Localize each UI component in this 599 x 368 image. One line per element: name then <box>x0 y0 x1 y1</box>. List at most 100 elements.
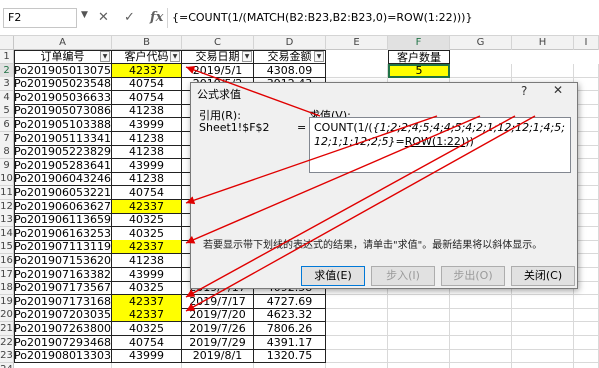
table-cell[interactable]: Po2019072030351 <box>14 308 112 322</box>
table-cell[interactable]: Po2019050130750 <box>14 64 112 78</box>
table-cell[interactable]: Po2019072638000 <box>14 322 112 336</box>
formula-input[interactable]: {=COUNT(1/(MATCH(B2:B23,B2:B23,0)=ROW(1:… <box>167 8 595 28</box>
table-cell[interactable] <box>182 363 254 368</box>
empty-cell[interactable] <box>512 295 574 309</box>
empty-cell[interactable] <box>326 349 388 363</box>
table-cell[interactable]: Po2019071735673 <box>14 281 112 295</box>
empty-cell[interactable] <box>388 349 450 363</box>
help-icon[interactable]: ? <box>521 84 527 98</box>
table-cell[interactable]: 43999 <box>112 268 182 282</box>
table-cell[interactable]: 2019/7/26 <box>182 322 254 336</box>
table-cell[interactable]: 40325 <box>112 322 182 336</box>
row-header[interactable]: 4 <box>0 91 14 105</box>
empty-cell[interactable] <box>326 64 388 78</box>
row-header[interactable]: 14 <box>0 227 14 241</box>
empty-cell[interactable] <box>574 308 599 322</box>
row-header[interactable]: 3 <box>0 77 14 91</box>
table-cell[interactable]: 42337 <box>112 308 182 322</box>
empty-cell[interactable] <box>512 64 574 78</box>
filter-dropdown-icon[interactable]: ▼ <box>314 51 324 62</box>
empty-cell[interactable] <box>574 336 599 350</box>
row-header[interactable]: 18 <box>0 281 14 295</box>
column-header-i[interactable]: I <box>574 36 599 50</box>
row-header[interactable]: 11 <box>0 186 14 200</box>
empty-cell[interactable] <box>388 363 450 368</box>
empty-cell[interactable] <box>512 349 574 363</box>
column-header-h[interactable]: H <box>512 36 574 50</box>
step-out-button[interactable]: 步出(O) <box>441 266 505 286</box>
table-cell[interactable]: 4623.32 <box>254 308 326 322</box>
customer-count-cell[interactable]: 5 <box>388 64 450 78</box>
empty-cell[interactable] <box>574 363 599 368</box>
table-cell[interactable]: 40754 <box>112 186 182 200</box>
empty-cell[interactable] <box>512 363 574 368</box>
column-header-e[interactable]: E <box>326 36 388 50</box>
table-cell[interactable]: Po2019071536203 <box>14 254 112 268</box>
empty-cell[interactable] <box>388 322 450 336</box>
table-cell[interactable]: 1320.75 <box>254 349 326 363</box>
row-header[interactable]: 19 <box>0 295 14 309</box>
table-cell[interactable]: Po2019061136593 <box>14 213 112 227</box>
table-cell[interactable]: Po2019050730862 <box>14 104 112 118</box>
header-order-no[interactable]: 订单编号 ▼ <box>14 50 112 64</box>
table-cell[interactable] <box>254 363 326 368</box>
filter-dropdown-icon[interactable]: ▼ <box>242 51 252 62</box>
empty-cell[interactable] <box>450 322 512 336</box>
row-header[interactable]: 17 <box>0 268 14 282</box>
empty-cell[interactable] <box>574 295 599 309</box>
row-header[interactable]: 22 <box>0 336 14 350</box>
row-header[interactable]: 5 <box>0 104 14 118</box>
header-customer-code[interactable]: 客户代码 ▼ <box>112 50 182 64</box>
filter-dropdown-icon[interactable]: ▼ <box>170 51 180 62</box>
table-cell[interactable]: 41238 <box>112 145 182 159</box>
insert-function-icon[interactable]: fx <box>150 8 163 28</box>
row-header[interactable]: 24 <box>0 363 14 368</box>
empty-cell[interactable] <box>574 64 599 78</box>
empty-cell[interactable] <box>450 308 512 322</box>
row-header[interactable]: 23 <box>0 349 14 363</box>
row-header[interactable]: 16 <box>0 254 14 268</box>
table-cell[interactable]: Po2019051133413 <box>14 132 112 146</box>
table-cell[interactable]: Po2019050366334 <box>14 91 112 105</box>
table-cell[interactable]: 2019/5/1 <box>182 64 254 78</box>
table-cell[interactable]: 41238 <box>112 172 182 186</box>
empty-cell[interactable] <box>512 322 574 336</box>
empty-cell[interactable] <box>326 322 388 336</box>
row-header[interactable]: 7 <box>0 132 14 146</box>
table-cell[interactable]: 2019/7/29 <box>182 336 254 350</box>
table-cell[interactable]: 42337 <box>112 200 182 214</box>
evaluate-button[interactable]: 求值(E) <box>301 266 365 286</box>
table-cell[interactable]: Po2019061632539 <box>14 227 112 241</box>
empty-cell[interactable] <box>388 295 450 309</box>
row-header[interactable]: 20 <box>0 308 14 322</box>
close-button[interactable]: 关闭(C) <box>511 266 575 286</box>
row-header[interactable]: 12 <box>0 200 14 214</box>
empty-cell[interactable] <box>326 295 388 309</box>
table-cell[interactable]: Po2019060532217 <box>14 186 112 200</box>
empty-cell[interactable] <box>388 336 450 350</box>
empty-cell[interactable] <box>326 308 388 322</box>
empty-cell[interactable] <box>512 336 574 350</box>
empty-cell[interactable] <box>326 336 388 350</box>
row-header[interactable]: 9 <box>0 159 14 173</box>
table-cell[interactable] <box>14 363 112 368</box>
table-cell[interactable]: 41238 <box>112 254 182 268</box>
table-cell[interactable]: 40325 <box>112 281 182 295</box>
row-header[interactable]: 8 <box>0 145 14 159</box>
filter-dropdown-icon[interactable]: ▼ <box>100 51 110 62</box>
table-cell[interactable]: 40325 <box>112 227 182 241</box>
empty-cell[interactable] <box>388 308 450 322</box>
header-trade-amount[interactable]: 交易金额 ▼ <box>254 50 326 64</box>
select-all-corner[interactable] <box>0 36 14 50</box>
table-cell[interactable]: 42337 <box>112 295 182 309</box>
table-cell[interactable]: 2019/7/20 <box>182 308 254 322</box>
table-cell[interactable]: 41238 <box>112 104 182 118</box>
step-in-button[interactable]: 步入(I) <box>371 266 435 286</box>
header-customer-count[interactable]: 客户数量 <box>388 50 450 64</box>
table-cell[interactable]: Po2019051033888 <box>14 118 112 132</box>
empty-cell[interactable] <box>450 336 512 350</box>
row-header[interactable]: 15 <box>0 240 14 254</box>
table-cell[interactable]: 42337 <box>112 64 182 78</box>
empty-cell[interactable] <box>326 363 388 368</box>
row-header[interactable]: 10 <box>0 172 14 186</box>
